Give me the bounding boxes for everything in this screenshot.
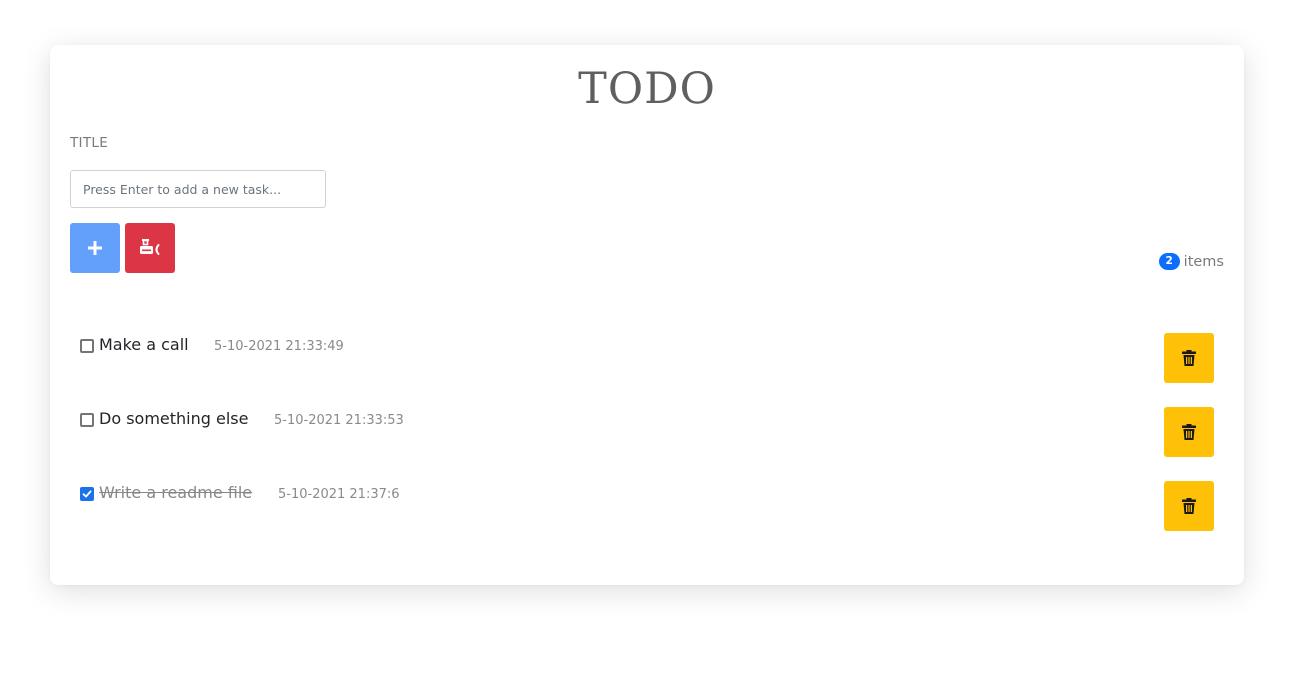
- todo-text: Make a call: [99, 335, 189, 354]
- trash-icon: [1182, 498, 1196, 514]
- add-task-button[interactable]: [70, 223, 120, 273]
- checkmark-icon: [82, 490, 92, 498]
- todo-timestamp: 5-10-2021 21:37:6: [278, 487, 400, 502]
- todo-timestamp: 5-10-2021 21:33:49: [214, 339, 344, 354]
- todo-item: Write a readme file 5-10-2021 21:37:6: [50, 481, 1244, 531]
- todo-text: Do something else: [99, 409, 249, 428]
- todo-item: Make a call 5-10-2021 21:33:49: [50, 333, 1244, 383]
- trash-icon: [1182, 424, 1196, 440]
- todo-checkbox[interactable]: [80, 339, 94, 353]
- plus-icon: [88, 241, 102, 255]
- delete-todo-button[interactable]: [1164, 407, 1214, 457]
- trash-icon: [1182, 350, 1196, 366]
- todo-checkbox[interactable]: [80, 487, 94, 501]
- app-title: TODO: [578, 64, 716, 114]
- todo-card: TODO TITLE 2 items Make a call 5-10-2021…: [50, 45, 1244, 585]
- items-count-badge: 2: [1158, 253, 1180, 270]
- delete-todo-button[interactable]: [1164, 333, 1214, 383]
- clear-tasks-button[interactable]: [125, 223, 175, 273]
- title-field-label: TITLE: [70, 135, 109, 151]
- todo-item: Do something else 5-10-2021 21:33:53: [50, 407, 1244, 457]
- trash-restore-icon: [140, 239, 160, 255]
- items-count-label: items: [1183, 253, 1224, 270]
- delete-todo-button[interactable]: [1164, 481, 1214, 531]
- items-counter: 2 items: [1158, 253, 1224, 270]
- todo-timestamp: 5-10-2021 21:33:53: [274, 413, 404, 428]
- todo-checkbox[interactable]: [80, 413, 94, 427]
- new-task-input[interactable]: [70, 170, 326, 208]
- todo-text: Write a readme file: [99, 483, 253, 502]
